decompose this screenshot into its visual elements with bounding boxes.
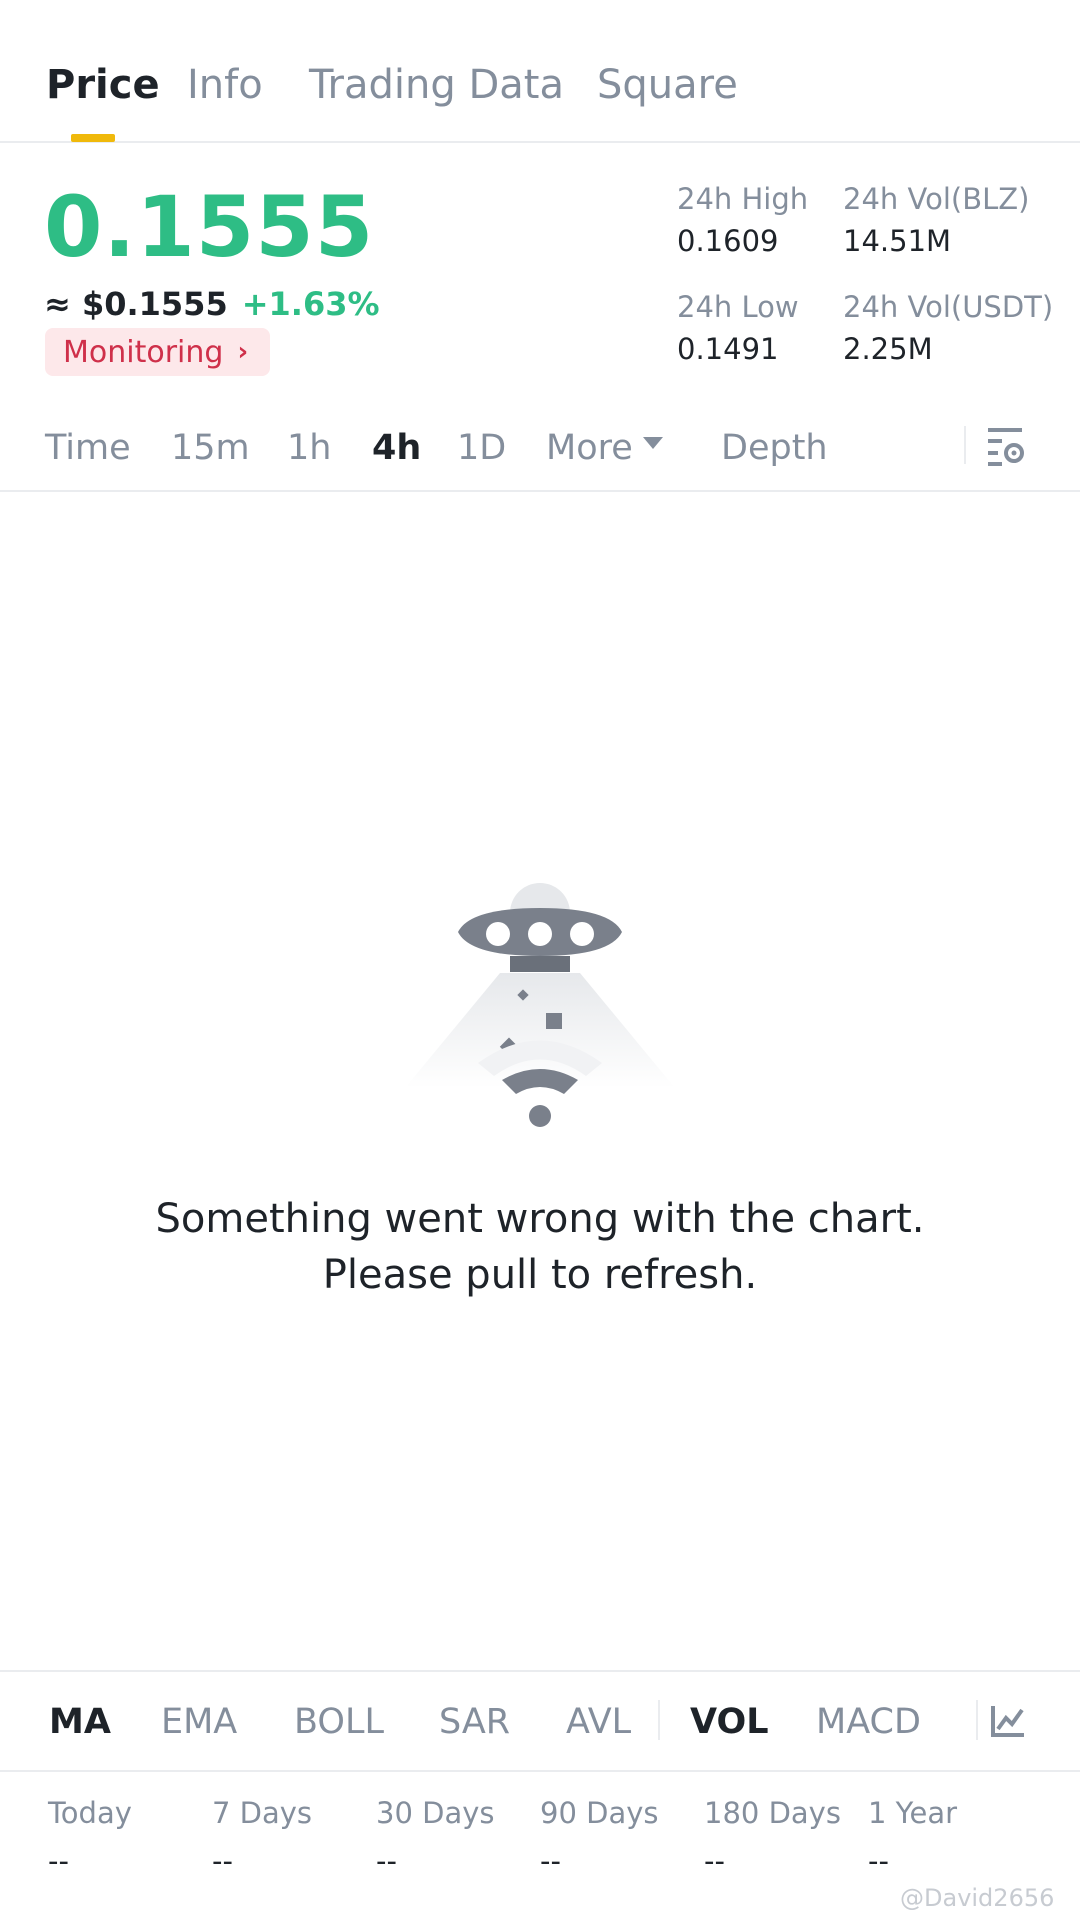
perf-30d-value: -- bbox=[376, 1844, 397, 1878]
perf-90d-label: 90 Days bbox=[540, 1796, 659, 1830]
tab-trading-data[interactable]: Trading Data bbox=[309, 62, 564, 108]
chart-error-message: Something went wrong with the chart. bbox=[155, 1196, 925, 1242]
monitoring-label: Monitoring bbox=[63, 334, 224, 370]
indicator-chart-icon[interactable] bbox=[990, 1704, 1026, 1738]
indicator-boll[interactable]: BOLL bbox=[294, 1702, 384, 1742]
indicator-sar[interactable]: SAR bbox=[439, 1702, 510, 1742]
indicator-bar: MA EMA BOLL SAR AVL VOL MACD bbox=[0, 1670, 1080, 1772]
high-24h-label: 24h High bbox=[677, 182, 809, 216]
vol-quote-24h-value: 2.25M bbox=[843, 332, 933, 366]
last-price: 0.1555 bbox=[44, 178, 375, 276]
tab-square[interactable]: Square bbox=[597, 62, 738, 108]
monitoring-badge[interactable]: Monitoring › bbox=[45, 328, 271, 376]
interval-more-label: More bbox=[546, 428, 633, 468]
top-tabs: Price Info Trading Data Square bbox=[0, 0, 1080, 143]
indicator-macd[interactable]: MACD bbox=[816, 1702, 921, 1742]
interval-1h[interactable]: 1h bbox=[287, 428, 331, 468]
perf-1y-label: 1 Year bbox=[868, 1796, 958, 1830]
indicator-avl[interactable]: AVL bbox=[566, 1702, 631, 1742]
interval-time[interactable]: Time bbox=[45, 428, 131, 468]
divider bbox=[964, 426, 966, 464]
interval-15m[interactable]: 15m bbox=[171, 428, 250, 468]
divider bbox=[976, 1700, 978, 1740]
caret-down-icon bbox=[642, 437, 663, 449]
usd-price-line: ≈ $0.1555 +1.63% bbox=[44, 285, 380, 323]
perf-180d-label: 180 Days bbox=[704, 1796, 841, 1830]
ufo-no-connection-illustration bbox=[405, 883, 675, 1127]
indicator-vol[interactable]: VOL bbox=[690, 1702, 769, 1742]
interval-1d[interactable]: 1D bbox=[457, 428, 506, 468]
perf-30d-label: 30 Days bbox=[376, 1796, 495, 1830]
tab-price[interactable]: Price bbox=[46, 62, 160, 108]
vol-quote-24h-label: 24h Vol(USDT) bbox=[843, 290, 1054, 324]
chart-error-hint: Please pull to refresh. bbox=[322, 1252, 758, 1298]
perf-180d-value: -- bbox=[704, 1844, 725, 1878]
interval-4h[interactable]: 4h bbox=[372, 428, 421, 468]
perf-7d-value: -- bbox=[212, 1844, 233, 1878]
chevron-right-icon: › bbox=[237, 337, 249, 367]
chart-settings-icon[interactable] bbox=[986, 426, 1026, 468]
tab-info[interactable]: Info bbox=[187, 62, 263, 108]
active-tab-indicator bbox=[71, 134, 115, 142]
low-24h-label: 24h Low bbox=[677, 290, 799, 324]
low-24h-value: 0.1491 bbox=[677, 332, 779, 366]
price-change-percent: +1.63% bbox=[241, 285, 380, 323]
perf-today-value: -- bbox=[48, 1844, 69, 1878]
indicator-ma[interactable]: MA bbox=[49, 1702, 111, 1742]
high-24h-value: 0.1609 bbox=[677, 224, 779, 258]
watermark: @David2656 bbox=[900, 1884, 1055, 1912]
usd-price: ≈ $0.1555 bbox=[44, 285, 228, 323]
divider bbox=[658, 1700, 660, 1740]
depth-tab[interactable]: Depth bbox=[721, 428, 828, 468]
interval-more[interactable]: More bbox=[546, 428, 663, 468]
perf-1y-value: -- bbox=[868, 1844, 889, 1878]
interval-selector: Time 15m 1h 4h 1D More Depth bbox=[0, 408, 1080, 492]
indicator-ema[interactable]: EMA bbox=[161, 1702, 237, 1742]
vol-base-24h-label: 24h Vol(BLZ) bbox=[843, 182, 1030, 216]
perf-today-label: Today bbox=[48, 1796, 132, 1830]
perf-7d-label: 7 Days bbox=[212, 1796, 313, 1830]
perf-90d-value: -- bbox=[540, 1844, 561, 1878]
vol-base-24h-value: 14.51M bbox=[843, 224, 952, 258]
